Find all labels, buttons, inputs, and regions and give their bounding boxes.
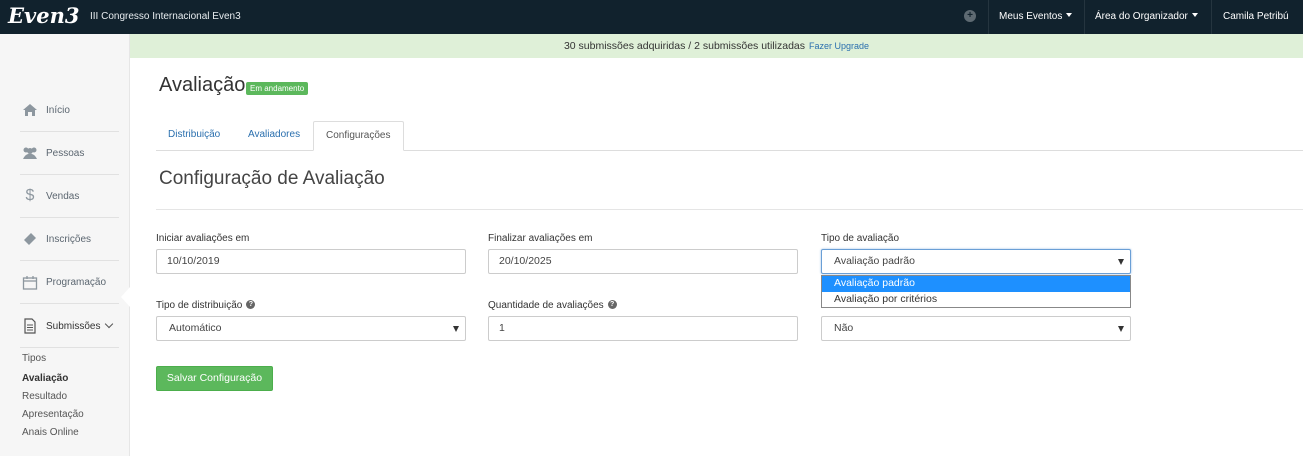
sidebar-item-label: Vendas [46, 190, 80, 202]
people-icon [20, 145, 40, 161]
distribution-type-value: Automático [169, 322, 222, 334]
evaluation-type-value: Avaliação padrão [834, 255, 915, 267]
page-title: Avaliação [159, 74, 246, 96]
sidebar-item-vendas[interactable]: $ Vendas [20, 175, 119, 218]
calendar-icon [20, 274, 40, 290]
sidebar-item-label: Submissões [46, 320, 101, 332]
section-title: Configuração de Avaliação [159, 168, 385, 189]
yes-no-value: Não [834, 322, 854, 334]
menu-user[interactable]: Camila Petribú [1223, 11, 1289, 22]
sidebar-item-inicio[interactable]: Início [20, 89, 119, 132]
chevron-down-icon [105, 319, 114, 329]
end-date-label: Finalizar avaliações em [488, 233, 593, 244]
sidebar-subitem-resultado[interactable]: Resultado [22, 391, 67, 402]
tab-distribuicao[interactable]: Distribuição [156, 121, 232, 151]
sidebar-item-label: Programação [46, 276, 107, 288]
start-date-input[interactable]: 10/10/2019 [156, 249, 466, 274]
section-divider [156, 209, 1303, 210]
sidebar-subitem-anais-online[interactable]: Anais Online [22, 427, 79, 438]
upgrade-link[interactable]: Fazer Upgrade [809, 41, 869, 51]
menu-area-organizador[interactable]: Área do Organizador [1095, 11, 1198, 22]
event-name[interactable]: III Congresso Internacional Even3 [90, 11, 241, 22]
sidebar-item-programacao[interactable]: Programação [20, 261, 119, 304]
caret-down-icon [1066, 13, 1073, 18]
tab-avaliadores[interactable]: Avaliadores [236, 121, 312, 151]
sidebar-subitem-avaliacao[interactable]: Avaliação [22, 373, 68, 384]
evaluation-type-dropdown: Avaliação padrão Avaliação por critérios [821, 275, 1131, 308]
brand-logo[interactable]: Even3 [8, 3, 79, 28]
sidebar-item-inscricoes[interactable]: Inscrições [20, 218, 119, 261]
evaluation-quantity-input[interactable]: 1 [488, 316, 798, 341]
dropdown-option[interactable]: Avaliação por critérios [822, 292, 1130, 308]
sidebar-active-notch [121, 287, 130, 307]
menu-label: Área do Organizador [1095, 11, 1188, 22]
dropdown-arrow-icon [1118, 259, 1124, 265]
menu-meus-eventos[interactable]: Meus Eventos [999, 11, 1073, 22]
status-badge: Em andamento [246, 82, 309, 95]
nav-divider [988, 0, 989, 34]
caret-down-icon [1191, 13, 1198, 18]
evaluation-type-select[interactable]: Avaliação padrão [821, 249, 1131, 274]
save-button[interactable]: Salvar Configuração [156, 366, 273, 391]
distribution-type-select[interactable]: Automático [156, 316, 466, 341]
tab-configuracoes[interactable]: Configurações [313, 121, 404, 151]
document-icon [20, 318, 40, 334]
end-date-input[interactable]: 20/10/2025 [488, 249, 798, 274]
home-icon [20, 102, 40, 118]
submissions-banner: 30 submissões adquiridas / 2 submissões … [130, 34, 1303, 58]
sidebar-item-label: Inscrições [46, 233, 92, 245]
menu-label: Meus Eventos [999, 11, 1063, 22]
nav-divider [1084, 0, 1085, 34]
distribution-type-label: Tipo de distribuição? [156, 299, 256, 311]
top-navbar: Even3 III Congresso Internacional Even3 … [0, 0, 1303, 34]
sidebar-item-label: Pessoas [46, 147, 85, 159]
nav-divider [1211, 0, 1212, 34]
dropdown-arrow-icon [1118, 326, 1124, 332]
help-icon[interactable]: ? [607, 299, 617, 309]
dropdown-arrow-icon [453, 326, 459, 332]
start-date-label: Iniciar avaliações em [156, 233, 250, 244]
yes-no-select[interactable]: Não [821, 316, 1131, 341]
add-icon[interactable]: + [964, 10, 976, 22]
sidebar-item-label: Início [46, 104, 70, 116]
evaluation-quantity-label-text: Quantidade de avaliações [488, 300, 604, 311]
dollar-icon: $ [25, 187, 35, 204]
sidebar-subitem-apresentacao[interactable]: Apresentação [22, 409, 84, 420]
sidebar-item-pessoas[interactable]: Pessoas [20, 132, 119, 175]
sidebar-item-submissoes[interactable]: Submissões [20, 305, 119, 348]
distribution-type-label-text: Tipo de distribuição [156, 300, 243, 311]
sidebar-subitem-tipos[interactable]: Tipos [22, 353, 46, 364]
ticket-icon [20, 231, 40, 247]
evaluation-type-label: Tipo de avaliação [821, 233, 900, 244]
banner-text: 30 submissões adquiridas / 2 submissões … [563, 40, 805, 52]
evaluation-quantity-label: Quantidade de avaliações? [488, 299, 617, 311]
dropdown-option[interactable]: Avaliação padrão [822, 276, 1130, 292]
help-icon[interactable]: ? [246, 299, 256, 309]
